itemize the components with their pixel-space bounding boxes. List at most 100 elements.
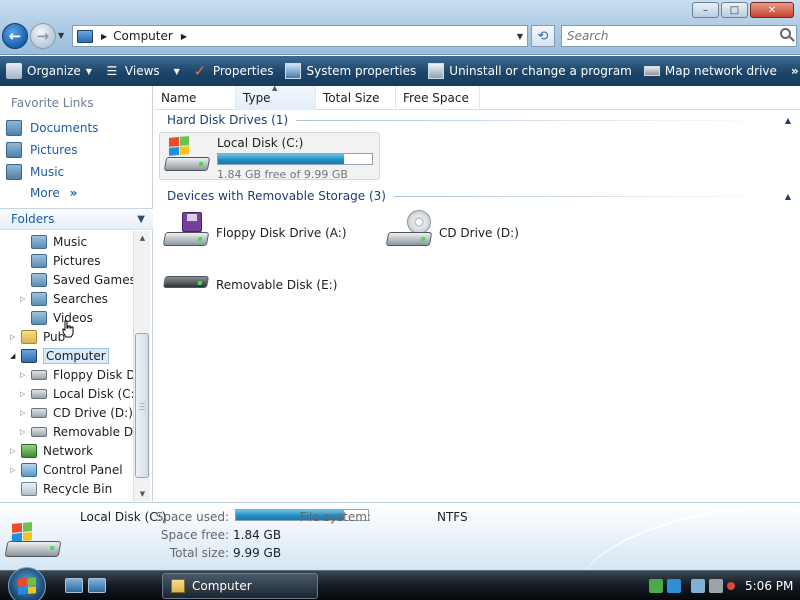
collapse-group-icon[interactable]: ▲	[785, 192, 791, 201]
volume-icon[interactable]	[709, 579, 723, 593]
uninstall-icon	[428, 63, 445, 79]
system-properties-button[interactable]: System properties	[279, 58, 422, 84]
group-header-removable-storage[interactable]: Devices with Removable Storage (3) ▲	[167, 187, 795, 205]
tree-item-searches[interactable]: ▷ Searches	[20, 289, 108, 308]
windows-logo-icon	[18, 577, 36, 595]
floppy-drive-icon	[31, 369, 47, 380]
file-list: Name ▲ Type Total Size Free Space Hard D…	[154, 84, 800, 502]
collapse-group-icon[interactable]: ▲	[785, 116, 791, 125]
expand-arrow-icon[interactable]: ▷	[20, 428, 28, 436]
close-button[interactable]: ✕	[750, 2, 794, 18]
show-desktop-icon[interactable]	[65, 578, 83, 593]
favorite-links-title: Favorite Links	[11, 96, 94, 110]
column-header-type[interactable]: ▲ Type	[236, 84, 316, 110]
search-icon[interactable]	[780, 28, 791, 39]
taskbar: Computer 5:06 PM	[0, 567, 800, 600]
hard-disk-icon	[31, 388, 47, 399]
favorite-link-documents[interactable]: Documents	[6, 119, 98, 137]
views-label: Views	[124, 64, 160, 78]
favorite-link-pictures[interactable]: Pictures	[6, 141, 78, 159]
minimize-button[interactable]: –	[692, 2, 719, 18]
tree-item-removable-disk[interactable]: ▷ Removable Disk	[20, 422, 133, 441]
breadcrumb-chevron-icon[interactable]: ▶	[101, 32, 107, 41]
expand-arrow-icon[interactable]: ▷	[20, 409, 28, 417]
network-drive-icon	[643, 66, 660, 76]
drive-name: Local Disk (C:)	[217, 136, 304, 150]
tree-item-public[interactable]: ▷ Pub	[10, 327, 65, 346]
column-header-total-size[interactable]: Total Size	[316, 86, 396, 110]
views-button[interactable]: ☰ Views ▼	[98, 58, 186, 84]
more-label: More	[30, 186, 60, 200]
network-status-icon[interactable]	[691, 579, 705, 593]
expand-arrow-icon[interactable]: ▷	[10, 447, 18, 455]
expand-arrow-icon[interactable]: ▷	[20, 390, 28, 398]
details-pane: Local Disk (C:) Space used: File system:…	[0, 502, 800, 570]
tree-item-saved-games[interactable]: Saved Games	[20, 270, 133, 289]
column-header-free-space[interactable]: Free Space	[396, 86, 480, 110]
uninstall-program-button[interactable]: Uninstall or change a program	[422, 58, 638, 84]
drive-tile-local-disk[interactable]: Local Disk (C:) 1.84 GB free of 9.99 GB	[159, 132, 380, 181]
tree-item-pictures[interactable]: Pictures	[20, 251, 101, 270]
folders-header[interactable]: Folders ▼	[0, 208, 153, 230]
navigation-pane: Favorite Links Documents Pictures Music …	[0, 86, 153, 502]
grip-icon: — — —	[139, 400, 145, 413]
breadcrumb-computer[interactable]: Computer	[113, 29, 173, 43]
more-commands-button[interactable]: »	[785, 58, 800, 84]
drive-name: CD Drive (D:)	[439, 226, 519, 240]
drive-tile-cd[interactable]: CD Drive (D:)	[385, 210, 519, 252]
expand-arrow-icon[interactable]: ▷	[10, 466, 18, 474]
tree-item-floppy[interactable]: ▷ Floppy Disk Driv	[20, 365, 133, 384]
space-free-label: Space free:	[160, 528, 229, 542]
security-center-icon[interactable]	[649, 579, 663, 593]
address-bar[interactable]: ▶ Computer ▶ ▼	[72, 25, 528, 47]
column-header-name[interactable]: Name	[154, 86, 236, 110]
search-input[interactable]	[567, 26, 767, 46]
refresh-button[interactable]: ⟲	[531, 25, 555, 47]
scrollbar-thumb[interactable]: — — —	[135, 333, 149, 478]
expand-arrow-icon[interactable]: ▷	[10, 333, 18, 341]
breadcrumb-chevron-icon[interactable]: ▶	[181, 32, 187, 41]
expand-arrow-icon[interactable]: ▷	[20, 295, 28, 303]
map-network-drive-label: Map network drive	[664, 64, 777, 78]
chevron-down-icon[interactable]: ▼	[137, 214, 145, 225]
computer-icon	[77, 29, 93, 43]
expand-arrow-icon[interactable]: ▷	[20, 371, 28, 379]
map-network-drive-button[interactable]: Map network drive	[638, 58, 783, 84]
collapse-arrow-icon[interactable]: ◢	[10, 352, 18, 360]
drive-tile-removable[interactable]: Removable Disk (E:)	[162, 264, 337, 306]
start-button[interactable]	[8, 567, 46, 600]
clock[interactable]: 5:06 PM	[745, 579, 793, 593]
tree-item-computer[interactable]: ◢ Computer	[10, 346, 109, 365]
folder-tree-scrollbar[interactable]: ▲ — — — ▼	[133, 231, 150, 501]
maximize-button[interactable]: □	[721, 2, 748, 18]
total-size-label: Total size:	[169, 546, 229, 560]
tree-item-local-disk[interactable]: ▷ Local Disk (C:)	[20, 384, 133, 403]
tree-item-network[interactable]: ▷ Network	[10, 441, 93, 460]
taskbar-button-computer[interactable]: Computer	[162, 573, 318, 599]
recent-pages-dropdown[interactable]: ▼	[58, 31, 64, 40]
favorite-link-music[interactable]: Music	[6, 163, 64, 181]
network-icon	[21, 443, 37, 458]
tree-item-videos[interactable]: Videos	[20, 308, 93, 327]
address-dropdown-icon[interactable]: ▼	[517, 32, 523, 41]
update-icon[interactable]	[667, 579, 681, 593]
group-header-hard-disks[interactable]: Hard Disk Drives (1) ▲	[167, 111, 795, 129]
switch-windows-icon[interactable]	[88, 578, 106, 593]
tree-item-cd-drive[interactable]: ▷ CD Drive (D:)	[20, 403, 133, 422]
drive-name: Removable Disk (E:)	[216, 278, 338, 292]
scroll-down-arrow-icon[interactable]: ▼	[134, 487, 151, 501]
organize-button[interactable]: Organize ▼	[0, 58, 98, 84]
search-box[interactable]	[561, 25, 797, 47]
favorite-links-more[interactable]: More »	[30, 186, 77, 200]
tree-item-recycle-bin[interactable]: Recycle Bin	[10, 479, 112, 498]
scroll-up-arrow-icon[interactable]: ▲	[134, 231, 151, 245]
forward-button[interactable]: →	[30, 23, 56, 49]
back-button[interactable]: ←	[2, 23, 28, 49]
removable-disk-icon	[31, 426, 47, 437]
tree-item-music[interactable]: Music	[20, 232, 87, 251]
properties-button[interactable]: ✓ Properties	[186, 58, 280, 84]
drive-tile-floppy[interactable]: Floppy Disk Drive (A:)	[162, 210, 347, 252]
properties-label: Properties	[212, 64, 274, 78]
tree-item-control-panel[interactable]: ▷ Control Panel	[10, 460, 123, 479]
capacity-bar	[217, 153, 373, 165]
